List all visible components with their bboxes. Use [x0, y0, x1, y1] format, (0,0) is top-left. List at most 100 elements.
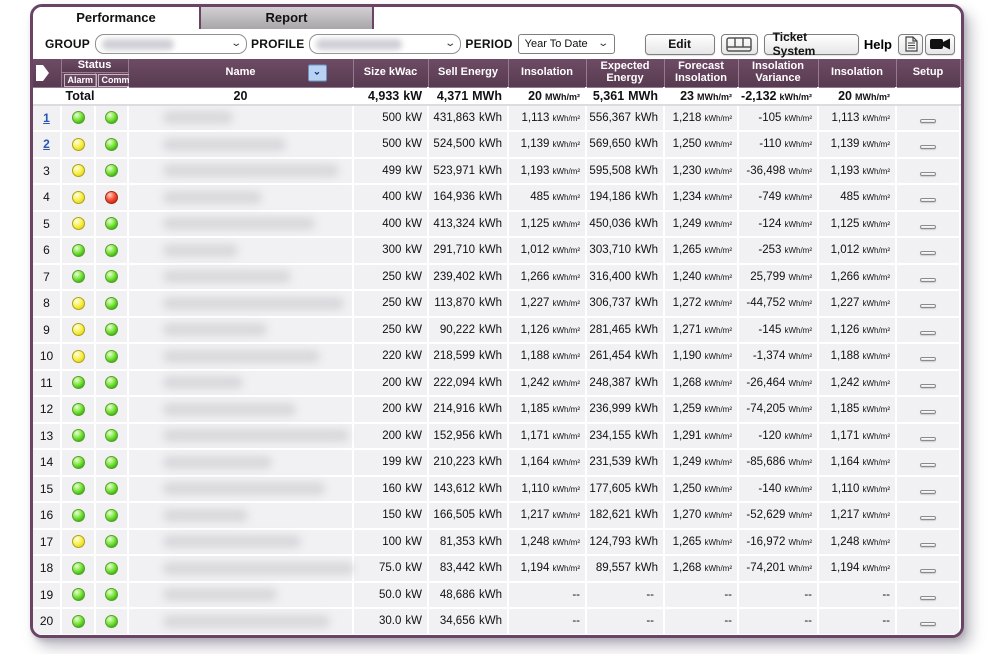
profile-select[interactable]: ⌄: [309, 34, 461, 54]
table-row: 10 220kW 218,599kWh 1,188kWh/m² 261,454k…: [33, 343, 960, 370]
site-name-redacted: [163, 403, 296, 416]
row-number: 10: [40, 349, 53, 363]
comm-light: [105, 217, 118, 230]
forecast-insolation-cell: 1,250kWh/m²: [664, 131, 738, 158]
help-video-button[interactable]: [925, 34, 955, 55]
expected-energy-cell: 236,999kWh: [586, 396, 664, 423]
expected-energy-cell: --: [586, 608, 664, 635]
site-name-redacted: [163, 111, 233, 124]
sell-energy-cell: 113,870kWh: [428, 290, 508, 317]
expected-energy-cell: 261,454kWh: [586, 343, 664, 370]
alarm-light: [72, 482, 85, 495]
expected-energy-cell: 569,650kWh: [586, 131, 664, 158]
forecast-insolation-cell: 1,265kWh/m²: [664, 529, 738, 556]
setup-button[interactable]: [920, 172, 936, 176]
sell-energy-cell: 218,599kWh: [428, 343, 508, 370]
size-cell: 150kW: [353, 502, 428, 529]
sell-energy-header: Sell Energy: [428, 59, 508, 88]
total-insolation2: 20MWh/m²: [818, 88, 896, 105]
name-sort-button[interactable]: ⌄: [308, 65, 327, 82]
group-select[interactable]: ⌄: [95, 34, 247, 54]
expected-energy-cell: 595,508kWh: [586, 158, 664, 185]
comm-light: [105, 191, 118, 204]
insolation-cell: 1,125kWh/m²: [508, 211, 586, 238]
forecast-insolation-cell: --: [664, 582, 738, 609]
setup-button[interactable]: [920, 622, 936, 626]
alarm-subheader: Alarm: [61, 73, 95, 88]
setup-button[interactable]: [920, 596, 936, 600]
size-cell: 100kW: [353, 529, 428, 556]
sell-energy-cell: 83,442kWh: [428, 555, 508, 582]
expected-energy-cell: 306,737kWh: [586, 290, 664, 317]
setup-button[interactable]: [920, 490, 936, 494]
size-header: Size kWac: [353, 59, 428, 88]
tab-performance[interactable]: Performance: [33, 7, 201, 29]
forecast-insolation-cell: 1,268kWh/m²: [664, 370, 738, 397]
table-row: 11 200kW 222,094kWh 1,242kWh/m² 248,387k…: [33, 370, 960, 397]
forecast-insolation-cell: 1,265kWh/m²: [664, 237, 738, 264]
alarm-light: [72, 270, 85, 283]
insolation-cell: 1,248kWh/m²: [508, 529, 586, 556]
row-number[interactable]: 1: [43, 111, 50, 125]
forecast-insolation-cell: 1,234kWh/m²: [664, 184, 738, 211]
comm-light: [105, 615, 118, 628]
setup-button[interactable]: [920, 198, 936, 202]
table-row: 15 160kW 143,612kWh 1,110kWh/m² 177,605k…: [33, 476, 960, 503]
setup-button[interactable]: [920, 251, 936, 255]
sell-energy-cell: 90,222kWh: [428, 317, 508, 344]
setup-button[interactable]: [920, 410, 936, 414]
setup-button[interactable]: [920, 119, 936, 123]
forecast-insolation-cell: 1,249kWh/m²: [664, 211, 738, 238]
ticket-system-button[interactable]: Ticket System: [764, 34, 859, 55]
insolation2-cell: --: [818, 582, 896, 609]
expand-all-header[interactable]: [33, 59, 61, 88]
tab-report[interactable]: Report: [201, 7, 374, 29]
setup-button[interactable]: [920, 569, 936, 573]
insolation2-cell: 1,012kWh/m²: [818, 237, 896, 264]
forecast-insolation-cell: 1,190kWh/m²: [664, 343, 738, 370]
sell-energy-cell: 166,505kWh: [428, 502, 508, 529]
alarm-light: [72, 244, 85, 257]
grid-layout-button[interactable]: [721, 34, 758, 55]
setup-button[interactable]: [920, 304, 936, 308]
help-document-button[interactable]: [898, 34, 923, 55]
setup-button[interactable]: [920, 543, 936, 547]
expected-energy-cell: 234,155kWh: [586, 423, 664, 450]
site-name-redacted: [163, 456, 272, 469]
setup-button[interactable]: [920, 384, 936, 388]
forecast-insolation-cell: 1,249kWh/m²: [664, 449, 738, 476]
site-name-redacted: [163, 615, 330, 628]
forecast-insolation-cell: 1,250kWh/m²: [664, 476, 738, 503]
setup-button[interactable]: [920, 357, 936, 361]
chevron-down-icon: ⌄: [230, 39, 242, 49]
insolation-variance-cell: -110kWh/m²: [738, 131, 818, 158]
total-label: Total: [33, 88, 128, 105]
arrow-right-icon: [35, 64, 59, 82]
tab-bar: Performance Report: [33, 7, 961, 29]
setup-button[interactable]: [920, 516, 936, 520]
table-row: 6 300kW 291,710kWh 1,012kWh/m² 303,710kW…: [33, 237, 960, 264]
setup-button[interactable]: [920, 278, 936, 282]
row-number[interactable]: 2: [43, 137, 50, 151]
setup-button[interactable]: [920, 225, 936, 229]
row-number: 8: [43, 296, 50, 310]
period-select[interactable]: Year To Date ⌄: [518, 34, 615, 54]
alarm-light: [72, 429, 85, 442]
alarm-light: [72, 191, 85, 204]
setup-button[interactable]: [920, 145, 936, 149]
comm-light: [105, 535, 118, 548]
period-select-value: Year To Date: [525, 38, 588, 50]
site-name-redacted: [163, 562, 354, 575]
setup-button[interactable]: [920, 331, 936, 335]
sell-energy-cell: 214,916kWh: [428, 396, 508, 423]
site-name-redacted: [163, 244, 238, 257]
insolation-variance-cell: -105kWh/m²: [738, 105, 818, 132]
site-name-redacted: [163, 350, 320, 363]
alarm-light: [72, 376, 85, 389]
edit-button[interactable]: Edit: [645, 34, 715, 55]
insolation-cell: 1,188kWh/m²: [508, 343, 586, 370]
setup-button[interactable]: [920, 463, 936, 467]
setup-button[interactable]: [920, 437, 936, 441]
insolation2-cell: 1,194kWh/m²: [818, 555, 896, 582]
insolation-cell: 1,126kWh/m²: [508, 317, 586, 344]
